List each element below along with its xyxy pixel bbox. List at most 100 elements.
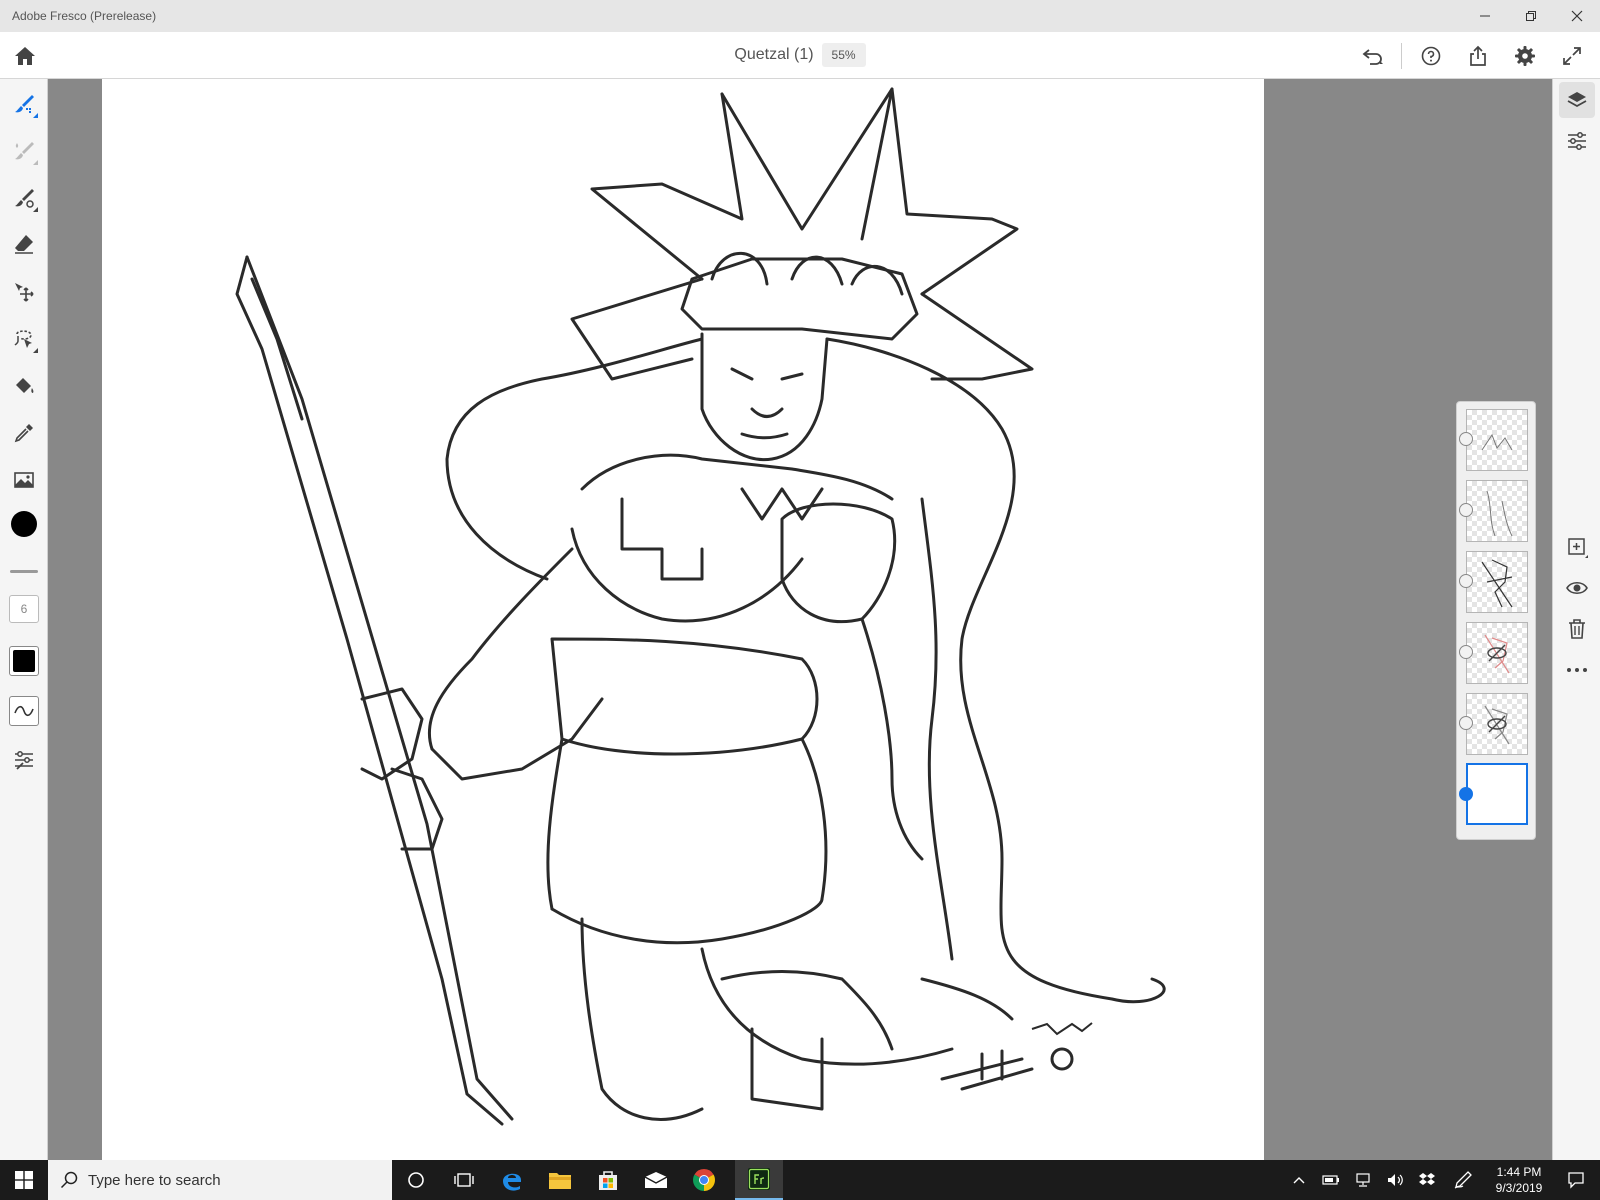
selection-tool[interactable] xyxy=(7,322,41,356)
volume-tray-button[interactable] xyxy=(1379,1160,1411,1200)
sliders-icon xyxy=(1568,132,1586,150)
layer-thumbnail[interactable] xyxy=(1466,551,1528,613)
layer-properties-button[interactable] xyxy=(1559,123,1595,159)
battery-tray-button[interactable] xyxy=(1315,1160,1347,1200)
document-name[interactable]: Quetzal (1) xyxy=(734,46,813,64)
clock-date: 9/3/2019 xyxy=(1495,1181,1543,1195)
network-tray-button[interactable] xyxy=(1347,1160,1379,1200)
toggle-visibility-button[interactable] xyxy=(1559,570,1595,606)
clock-time: 1:44 PM xyxy=(1496,1165,1542,1179)
fullscreen-button[interactable] xyxy=(1554,40,1590,72)
place-image-tool[interactable] xyxy=(7,463,41,497)
task-view-icon xyxy=(454,1173,474,1187)
brush-settings-button[interactable] xyxy=(9,696,39,726)
share-button[interactable] xyxy=(1460,40,1496,72)
cortana-button[interactable] xyxy=(392,1160,440,1200)
layer-type-badge[interactable] xyxy=(1459,787,1473,801)
minimize-icon xyxy=(1480,15,1490,17)
layer-thumbnail[interactable] xyxy=(1466,409,1528,471)
layer-mask-badge[interactable] xyxy=(1459,645,1473,659)
window-title-bar: Adobe Fresco (Prerelease) xyxy=(0,0,1600,32)
window-title: Adobe Fresco (Prerelease) xyxy=(12,9,157,23)
pixel-brush-tool[interactable] xyxy=(7,87,41,121)
brush-sliders-icon xyxy=(15,751,33,770)
dropbox-icon xyxy=(1419,1173,1435,1185)
close-button[interactable] xyxy=(1554,0,1600,32)
gear-icon xyxy=(1515,46,1535,66)
color-picker-button[interactable] xyxy=(7,507,41,541)
undo-button[interactable] xyxy=(1355,40,1391,72)
zoom-level[interactable]: 55% xyxy=(821,43,866,67)
app-header: Quetzal (1) 55% xyxy=(0,32,1600,79)
system-clock[interactable]: 1:44 PM 9/3/2019 xyxy=(1488,1164,1550,1198)
paint-bucket-icon xyxy=(16,378,34,393)
layer-mask-badge[interactable] xyxy=(1459,574,1473,588)
help-button[interactable] xyxy=(1413,40,1449,72)
eye-icon xyxy=(1566,581,1588,595)
trash-icon xyxy=(1569,619,1585,639)
edge-icon xyxy=(503,1173,521,1191)
vector-brush-tool[interactable] xyxy=(7,181,41,215)
file-explorer-app[interactable] xyxy=(536,1160,584,1200)
taskbar-search[interactable]: Type here to search xyxy=(48,1160,392,1200)
cortana-icon xyxy=(408,1172,424,1188)
show-hidden-icons-button[interactable] xyxy=(1283,1160,1315,1200)
image-icon xyxy=(14,472,34,488)
close-icon xyxy=(1571,10,1583,22)
brush-color-button[interactable] xyxy=(9,646,39,676)
layers-button[interactable] xyxy=(1559,82,1595,118)
home-button[interactable] xyxy=(10,44,40,68)
windows-taskbar: Type here to search 1:44 PM 9/3/2019 xyxy=(0,1160,1600,1200)
layer-thumbnail[interactable] xyxy=(1466,480,1528,542)
layer-mask-badge[interactable] xyxy=(1459,503,1473,517)
search-icon xyxy=(60,1171,78,1189)
workspace xyxy=(48,79,1552,1160)
help-icon xyxy=(1421,46,1441,66)
fresco-app[interactable] xyxy=(735,1160,783,1200)
fresco-icon xyxy=(748,1168,770,1190)
delete-layer-button[interactable] xyxy=(1559,611,1595,647)
layer-preview xyxy=(1481,559,1513,608)
mail-app[interactable] xyxy=(632,1160,680,1200)
fill-tool[interactable] xyxy=(7,369,41,403)
windows-logo-icon xyxy=(15,1171,33,1189)
notification-icon xyxy=(1568,1172,1584,1189)
store-app[interactable] xyxy=(584,1160,632,1200)
settings-button[interactable] xyxy=(1507,40,1543,72)
layer-thumbnail[interactable] xyxy=(1466,693,1528,755)
drawing-canvas[interactable] xyxy=(102,79,1264,1160)
minimize-button[interactable] xyxy=(1462,0,1508,32)
header-actions xyxy=(1344,40,1590,72)
tool-options-button[interactable] xyxy=(7,743,41,777)
share-icon xyxy=(1470,45,1486,66)
action-center-button[interactable] xyxy=(1552,1160,1600,1200)
network-icon xyxy=(1356,1173,1370,1187)
expand-icon xyxy=(1563,47,1581,65)
add-layer-button[interactable] xyxy=(1559,529,1595,565)
layer-thumbnail[interactable] xyxy=(1466,622,1528,684)
layer-mask-badge[interactable] xyxy=(1459,716,1473,730)
live-brush-tool[interactable] xyxy=(7,134,41,168)
eyedropper-tool[interactable] xyxy=(7,416,41,450)
pen-workspace-button[interactable] xyxy=(1447,1160,1479,1200)
restore-button[interactable] xyxy=(1508,0,1554,32)
layer-preview xyxy=(1484,705,1510,745)
layers-icon xyxy=(1567,92,1587,108)
edge-app[interactable] xyxy=(488,1160,536,1200)
start-button[interactable] xyxy=(0,1160,48,1200)
current-color xyxy=(11,511,37,537)
layer-thumbnail-selected[interactable] xyxy=(1466,763,1528,825)
dropbox-tray-button[interactable] xyxy=(1411,1160,1443,1200)
transform-tool[interactable] xyxy=(7,275,41,309)
brush-size-field[interactable]: 6 xyxy=(9,595,39,623)
task-view-button[interactable] xyxy=(440,1160,488,1200)
undo-icon xyxy=(1362,49,1383,65)
restore-icon xyxy=(1526,11,1536,21)
chrome-app[interactable] xyxy=(680,1160,728,1200)
layer-mask-badge[interactable] xyxy=(1459,432,1473,446)
header-divider xyxy=(1401,43,1402,69)
store-bag-icon xyxy=(599,1171,617,1190)
eraser-tool[interactable] xyxy=(7,227,41,261)
more-options-button[interactable] xyxy=(1559,652,1595,688)
brush-color-swatch xyxy=(13,650,35,672)
